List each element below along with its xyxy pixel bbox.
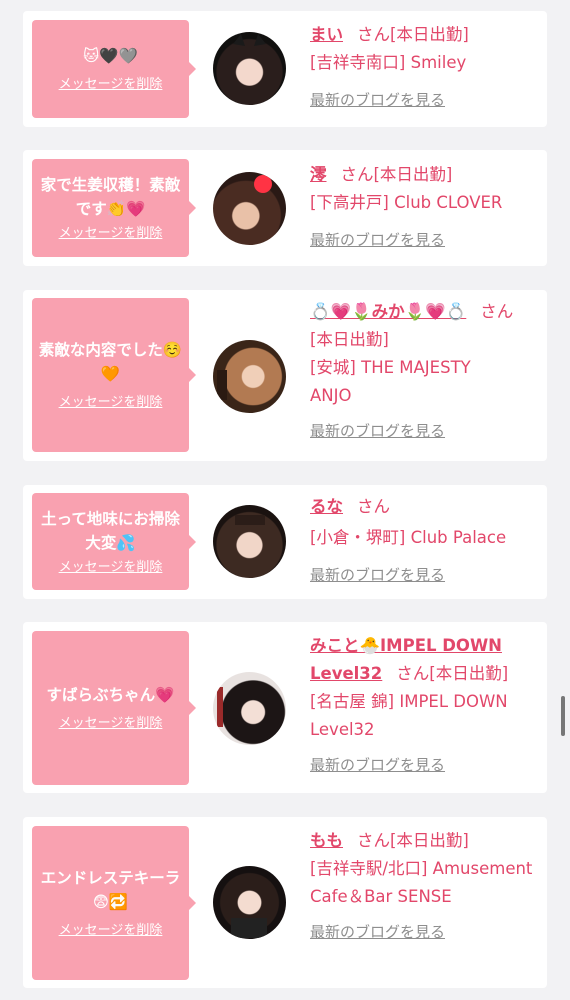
shop-label: [小倉・堺町] Club Palace [310, 528, 507, 547]
cast-info: 澪さん[本日出勤] [下高井戸] Club CLOVER 最新のブログを見る [310, 161, 537, 254]
cast-name-link[interactable]: 💍💗🌷みか🌷💗💍 [310, 302, 466, 321]
message-bubble: 家で生姜収穫！素敵です👏💗 メッセージを削除 [32, 159, 196, 257]
cast-avatar[interactable] [213, 32, 286, 105]
message-card: 🐱🖤🩶 メッセージを削除 まい さん[本日出勤] [吉祥寺南口] Smiley 最… [23, 11, 547, 127]
avatar-icon [217, 687, 223, 727]
blog-link[interactable]: 最新のブログを見る [310, 226, 445, 254]
message-text: エンドレステキーラ😨🔁 [40, 869, 181, 911]
delete-message-link[interactable]: メッセージを削除 [59, 922, 163, 940]
message-text: 家で生姜収穫！素敵です👏💗 [40, 176, 181, 218]
san-label: さん [357, 497, 390, 516]
message-text: 🐱🖤🩶 [83, 47, 138, 65]
message-card: すばらぶちゃん💗 メッセージを削除 みこと🐣IMPEL DOWN Level32… [23, 622, 547, 793]
message-bubble: 🐱🖤🩶 メッセージを削除 [32, 20, 196, 118]
message-bubble: 土って地味にお掃除大変💦 メッセージを削除 [32, 493, 196, 590]
cast-avatar[interactable] [213, 672, 286, 745]
avatar-icon [217, 370, 227, 400]
status-label: [本日出勤] [373, 165, 453, 184]
cast-name-link[interactable]: まい [310, 25, 343, 44]
message-text: 素敵な内容でした☺️🧡 [38, 341, 183, 383]
cast-avatar[interactable] [213, 340, 286, 413]
status-label: [本日出勤] [310, 330, 389, 349]
delete-message-link[interactable]: メッセージを削除 [59, 76, 163, 94]
san-label: さん [480, 302, 514, 321]
delete-message-link[interactable]: メッセージを削除 [59, 715, 163, 733]
san-label: さん [396, 664, 430, 683]
message-bubble: エンドレステキーラ😨🔁 メッセージを削除 [32, 826, 196, 980]
message-card: 素敵な内容でした☺️🧡 メッセージを削除 💍💗🌷みか🌷💗💍 さん [本日出勤] [… [23, 290, 547, 461]
san-label: さん [357, 831, 390, 850]
status-label: [本日出勤] [429, 664, 509, 683]
message-card: 土って地味にお掃除大変💦 メッセージを削除 るな さん [小倉・堺町] Club … [23, 485, 547, 599]
cast-info: みこと🐣IMPEL DOWN Level32 さん[本日出勤] [名古屋 錦] I… [310, 632, 537, 779]
avatar-icon [231, 918, 267, 938]
scrollbar[interactable] [561, 696, 565, 736]
status-label: [本日出勤] [390, 25, 469, 44]
shop-label: [下高井戸] Club CLOVER [310, 193, 503, 212]
cast-info: もも さん[本日出勤] [吉祥寺駅/北口] Amusement Cafe＆Bar … [310, 827, 537, 946]
shop-label: [吉祥寺駅/北口] Amusement Cafe＆Bar SENSE [310, 859, 533, 906]
cast-avatar[interactable] [213, 505, 286, 578]
shop-label: [吉祥寺南口] Smiley [310, 53, 467, 72]
message-text: すばらぶちゃん💗 [46, 686, 175, 704]
san-label: さん [340, 165, 374, 184]
cast-name-link[interactable]: 澪 [310, 165, 327, 184]
blog-link[interactable]: 最新のブログを見る [310, 918, 445, 946]
message-card: 家で生姜収穫！素敵です👏💗 メッセージを削除 澪さん[本日出勤] [下高井戸] … [23, 150, 547, 266]
delete-message-link[interactable]: メッセージを削除 [59, 394, 163, 412]
cast-avatar[interactable] [213, 172, 286, 245]
blog-link[interactable]: 最新のブログを見る [310, 561, 445, 589]
delete-message-link[interactable]: メッセージを削除 [59, 559, 163, 577]
status-label: [本日出勤] [390, 831, 469, 850]
cast-info: 💍💗🌷みか🌷💗💍 さん [本日出勤] [安城] THE MAJESTY ANJO … [310, 298, 537, 445]
san-label: さん [357, 25, 390, 44]
shop-label: [名古屋 錦] IMPEL DOWN Level32 [310, 692, 508, 739]
cast-info: るな さん [小倉・堺町] Club Palace 最新のブログを見る [310, 493, 537, 589]
cast-name-link[interactable]: もも [310, 831, 343, 850]
message-bubble: 素敵な内容でした☺️🧡 メッセージを削除 [32, 298, 196, 452]
message-card: エンドレステキーラ😨🔁 メッセージを削除 もも さん[本日出勤] [吉祥寺駅/北口… [23, 817, 547, 988]
avatar-icon [254, 175, 272, 193]
cast-name-link[interactable]: るな [310, 497, 343, 516]
cast-info: まい さん[本日出勤] [吉祥寺南口] Smiley 最新のブログを見る [310, 21, 537, 114]
message-bubble: すばらぶちゃん💗 メッセージを削除 [32, 631, 196, 785]
avatar-icon [235, 515, 265, 525]
shop-label: [安城] THE MAJESTY ANJO [310, 358, 471, 405]
message-text: 土って地味にお掃除大変💦 [41, 509, 180, 552]
avatar-icon [233, 34, 266, 46]
blog-link[interactable]: 最新のブログを見る [310, 751, 445, 779]
cast-avatar[interactable] [213, 866, 286, 939]
blog-link[interactable]: 最新のブログを見る [310, 417, 445, 445]
blog-link[interactable]: 最新のブログを見る [310, 86, 445, 114]
delete-message-link[interactable]: メッセージを削除 [59, 225, 163, 243]
